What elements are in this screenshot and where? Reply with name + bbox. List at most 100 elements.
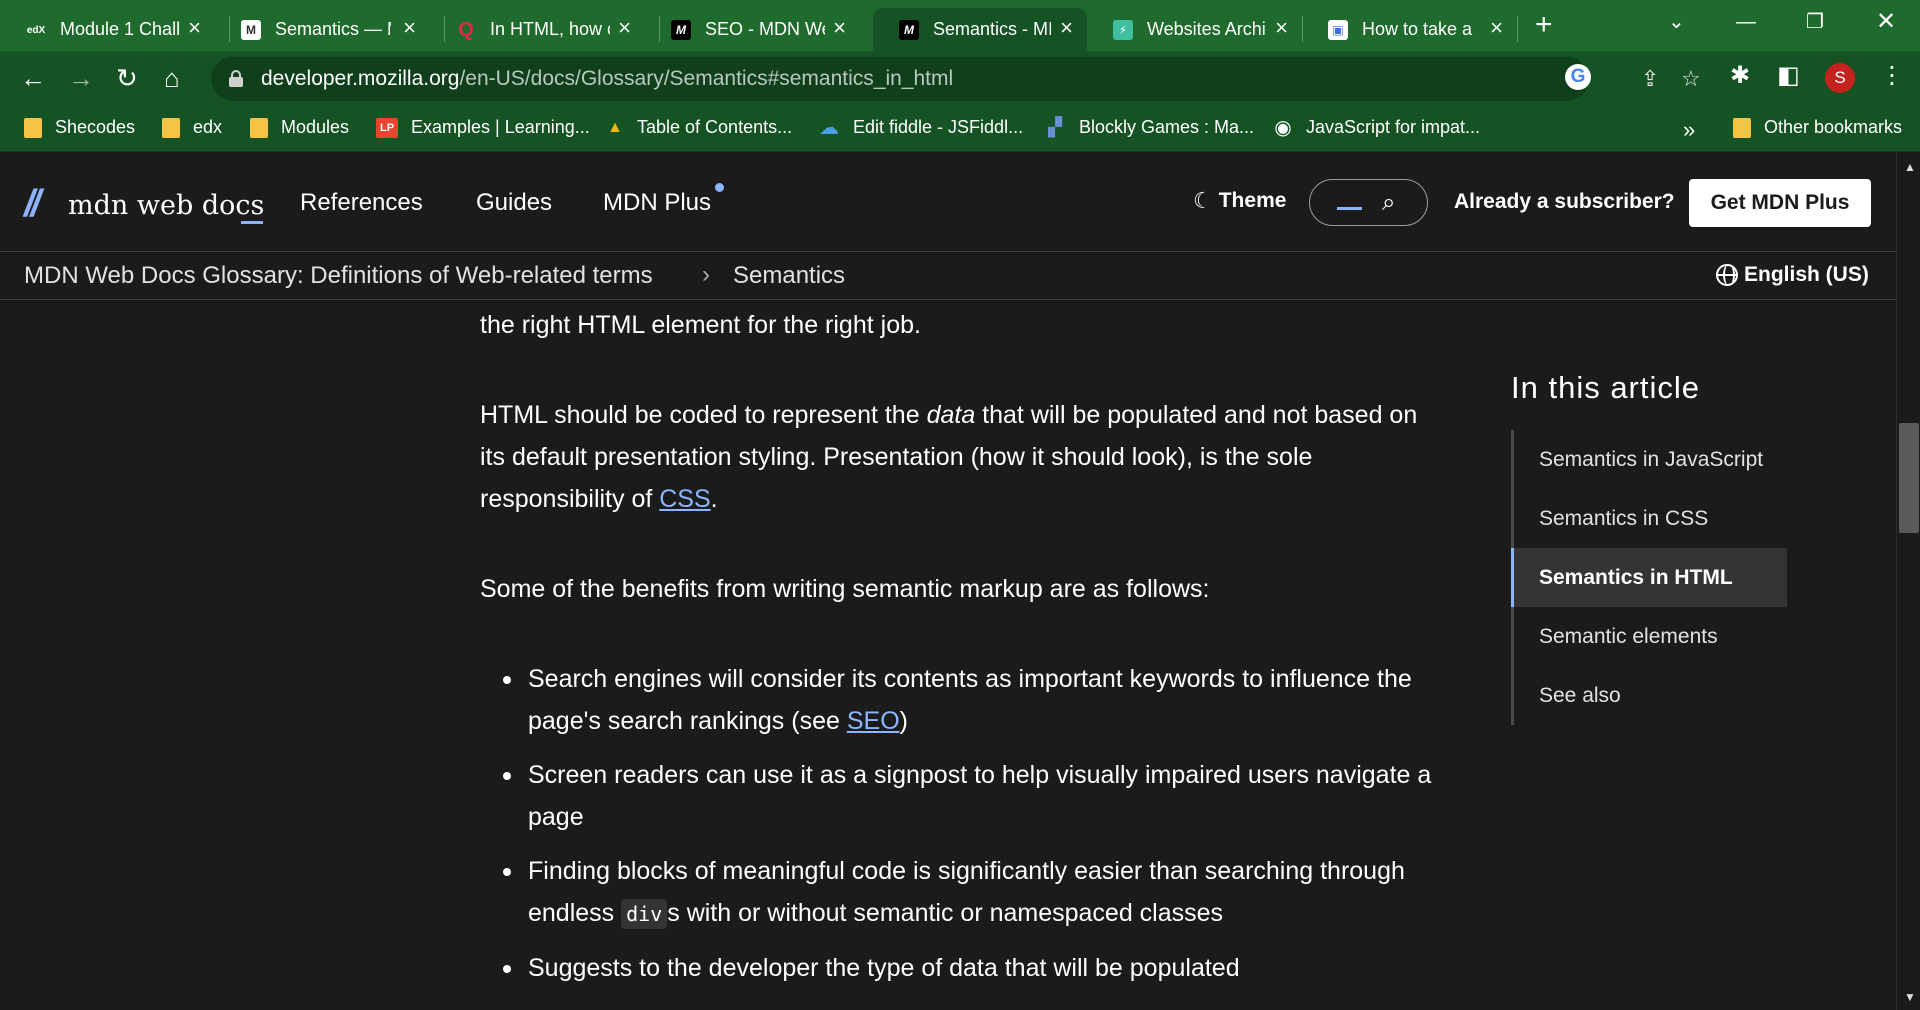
tab-title: Semantics — M (275, 19, 391, 39)
bookmark-item[interactable]: ▞ Blockly Games : Ma... (1044, 117, 1254, 138)
new-tab-button[interactable]: + (1535, 9, 1553, 41)
nav-guides[interactable]: Guides (476, 189, 552, 217)
folder-icon (250, 117, 268, 138)
bolt-icon: ⚡ (1113, 20, 1133, 40)
forward-icon[interactable]: → (68, 64, 94, 92)
bookmark-item[interactable]: ☁ Edit fiddle - JSFiddl... (818, 117, 1024, 139)
back-icon[interactable]: ← (20, 64, 46, 92)
breadcrumb-semantics[interactable]: Semantics (733, 262, 845, 290)
tab-strip: edX Module 1 Chall × M Semantics — M × Q… (0, 0, 1920, 51)
paragraph: Some of the benefits from writing semant… (480, 575, 1210, 603)
scroll-up-icon[interactable]: ▲ (1904, 160, 1916, 174)
bookmark-item[interactable]: LP Examples | Learning... (376, 117, 590, 138)
bookmarks-overflow-button[interactable]: » (1683, 117, 1695, 143)
subscriber-link[interactable]: Already a subscriber? (1454, 190, 1675, 214)
toc-item-javascript[interactable]: Semantics in JavaScript (1514, 430, 1787, 489)
quora-icon: Q (458, 18, 474, 41)
text: ) (899, 707, 908, 735)
bookmark-label: edx (193, 117, 223, 137)
bookmark-label: Examples | Learning... (411, 117, 590, 137)
mdn-m-icon: M (241, 20, 261, 40)
folder-icon (1733, 117, 1751, 138)
url-text[interactable]: developer.mozilla.org/en-US/docs/Glossar… (261, 67, 953, 91)
bookmark-item[interactable]: ◉ JavaScript for impat... (1273, 117, 1481, 139)
tab-title: Semantics - MI (933, 19, 1051, 39)
emphasis: data (926, 401, 976, 429)
minimize-icon[interactable]: — (1736, 10, 1756, 34)
folder-icon (162, 117, 180, 138)
list-item: Finding blocks of meaningful code is sig… (503, 850, 1458, 935)
bookmark-item[interactable]: ▲ Table of Contents... (606, 117, 792, 138)
tab-title: In HTML, how c (490, 19, 610, 39)
restore-icon[interactable]: ❐ (1806, 10, 1824, 34)
extensions-icon[interactable]: ✱ (1730, 63, 1750, 89)
paragraph: HTML should be coded to represent the da… (480, 394, 1440, 520)
window-close-icon[interactable]: ✕ (1876, 10, 1896, 34)
screenshot-icon: ▣ (1328, 20, 1348, 40)
toc-item-html[interactable]: Semantics in HTML (1511, 548, 1787, 607)
theme-button[interactable]: ☾ Theme (1193, 188, 1286, 214)
breadcrumb-separator: › (702, 261, 710, 288)
nav-references[interactable]: References (300, 189, 423, 217)
close-icon[interactable]: × (618, 16, 631, 40)
side-panel-icon[interactable]: ◧ (1777, 63, 1800, 89)
drive-icon: ▲ (607, 118, 623, 136)
scroll-down-icon[interactable]: ▼ (1904, 990, 1916, 1004)
breadcrumb: MDN Web Docs Glossary: Definitions of We… (0, 251, 1896, 300)
browser-tab[interactable]: ▣ How to take a × (1302, 8, 1517, 51)
star-icon[interactable]: ☆ (1681, 67, 1701, 91)
other-bookmarks[interactable]: Other bookmarks (1733, 117, 1902, 138)
browser-tab[interactable]: edX Module 1 Chall × (0, 8, 215, 51)
text: . (710, 485, 718, 513)
mdn-logo-icon[interactable]: // (24, 185, 41, 223)
text: Search engines will consider its content… (528, 665, 1412, 735)
home-icon[interactable]: ⌂ (164, 64, 180, 92)
search-input[interactable]: ⌕ (1309, 179, 1428, 226)
reload-icon[interactable]: ↻ (116, 64, 138, 92)
bookmark-label: JavaScript for impat... (1306, 117, 1481, 137)
puzzle-icon: ▞ (1048, 117, 1062, 137)
close-icon[interactable]: × (188, 16, 201, 40)
close-icon[interactable]: × (403, 16, 416, 40)
bookmark-item[interactable]: edx (162, 117, 222, 138)
bookmark-label: Modules (281, 117, 350, 137)
close-icon[interactable]: × (1275, 16, 1288, 40)
bookmark-label: Edit fiddle - JSFiddl... (853, 117, 1024, 137)
profile-avatar[interactable]: S (1825, 63, 1855, 93)
share-icon[interactable]: ⇪ (1641, 67, 1659, 91)
close-icon[interactable]: × (1490, 16, 1503, 40)
browser-tab[interactable]: ⚡ Websites Archi × (1087, 8, 1302, 51)
google-icon[interactable]: G (1565, 64, 1591, 90)
browser-tab[interactable]: M SEO - MDN We × (645, 8, 860, 51)
seo-link[interactable]: SEO (847, 707, 900, 735)
toc-item-semantic-elements[interactable]: Semantic elements (1514, 607, 1787, 666)
moon-icon: ☾ (1193, 188, 1213, 213)
browser-tab[interactable]: Q In HTML, how c × (430, 8, 645, 51)
close-icon[interactable]: × (833, 16, 846, 40)
scrollbar[interactable]: ▲ ▼ (1896, 152, 1920, 1010)
bookmark-label: Shecodes (55, 117, 136, 137)
bookmark-item[interactable]: Shecodes (24, 117, 135, 138)
nav-mdn-plus[interactable]: MDN Plus (603, 189, 711, 217)
toc-item-see-also[interactable]: See also (1514, 666, 1787, 725)
tab-title: How to take a (1362, 19, 1473, 39)
toc-item-css[interactable]: Semantics in CSS (1514, 489, 1787, 548)
bookmark-item[interactable]: Modules (250, 117, 349, 138)
tab-title: SEO - MDN We (705, 19, 825, 39)
browser-tab[interactable]: M Semantics — M × (215, 8, 430, 51)
toc-list: Semantics in JavaScript Semantics in CSS… (1511, 430, 1787, 725)
breadcrumb-glossary[interactable]: MDN Web Docs Glossary: Definitions of We… (24, 262, 653, 290)
text: s with or without semantic or namespaced… (667, 899, 1224, 927)
tab-search-icon[interactable]: ⌄ (1668, 10, 1685, 34)
menu-icon[interactable]: ⋮ (1880, 63, 1904, 89)
css-link[interactable]: CSS (659, 485, 710, 513)
get-mdn-plus-button[interactable]: Get MDN Plus (1689, 179, 1871, 227)
browser-tab-active[interactable]: M Semantics - MI × (873, 8, 1087, 51)
search-icon[interactable]: ⌕ (1382, 189, 1395, 217)
logo-text[interactable]: mdn web docs (68, 190, 264, 221)
browser-toolbar: ← → ↻ ⌂ developer.mozilla.org/en-US/docs… (0, 51, 1920, 106)
close-icon[interactable]: × (1060, 16, 1073, 40)
language-switcher[interactable]: English (US) (1716, 263, 1869, 287)
address-bar[interactable]: developer.mozilla.org/en-US/docs/Glossar… (211, 57, 1701, 101)
scroll-thumb[interactable] (1899, 423, 1919, 533)
